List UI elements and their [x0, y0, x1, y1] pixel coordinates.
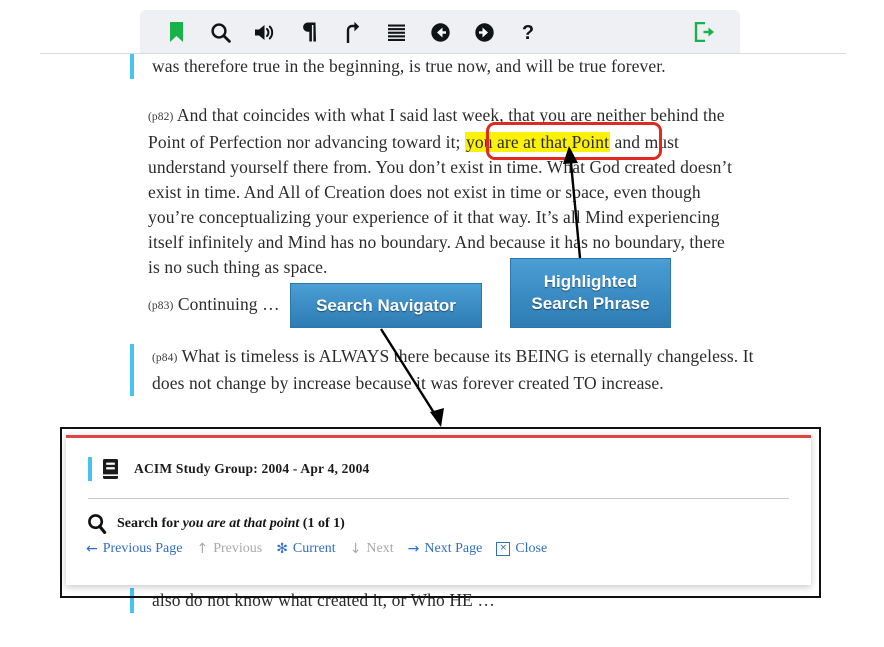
paragraph-84-number: (p84) — [152, 352, 178, 364]
bookmark-icon[interactable] — [154, 12, 198, 52]
arrow-right-icon: → — [407, 541, 420, 557]
annotation-highlighted-phrase-line1: Highlighted — [543, 272, 638, 291]
current-link[interactable]: ✻ Current — [276, 541, 336, 557]
title-accent-bar — [88, 457, 92, 481]
svg-text:?: ? — [522, 22, 534, 43]
audio-icon[interactable] — [242, 12, 286, 52]
next-page-link[interactable]: → Next Page — [407, 541, 483, 557]
previous-icon[interactable] — [418, 12, 462, 52]
search-prefix: Search for — [117, 515, 183, 531]
paragraph-top: was therefore true in the beginning, is … — [130, 54, 752, 79]
previous-page-label: Previous Page — [102, 541, 183, 556]
paragraph-82-after: and must understand yourself there from.… — [148, 132, 733, 277]
search-summary-row: Search for you are at that point (1 of 1… — [66, 499, 811, 534]
close-icon: × — [496, 542, 511, 556]
next-page-label: Next Page — [424, 541, 483, 556]
asterisk-icon: ✻ — [276, 541, 288, 557]
arrow-up-icon: ↑ — [196, 541, 209, 557]
annotation-search-navigator: Search Navigator — [290, 283, 482, 328]
paragraph-icon[interactable] — [286, 12, 330, 52]
help-icon[interactable]: ? — [506, 12, 550, 52]
annotation-search-navigator-label: Search Navigator — [316, 295, 456, 315]
previous-label: Previous — [213, 541, 263, 556]
next-icon[interactable] — [462, 12, 506, 52]
close-link[interactable]: × Close — [496, 542, 547, 556]
paragraph-82: (p82) And that coincides with what I sai… — [148, 103, 740, 280]
search-navigator-panel: ACIM Study Group: 2004 - Apr 4, 2004 Sea… — [66, 435, 811, 585]
exit-icon[interactable] — [682, 12, 726, 52]
search-count: (1 of 1) — [299, 515, 345, 531]
search-navigator-title-row: ACIM Study Group: 2004 - Apr 4, 2004 — [66, 438, 811, 481]
search-phrase: you are at that point — [182, 515, 300, 531]
highlighted-search-phrase: you are at that Point — [465, 132, 611, 152]
close-label: Close — [515, 541, 548, 556]
page-root: ? was therefore true in the beginning, i… — [0, 0, 884, 647]
paragraph-82-number: (p82) — [148, 111, 174, 123]
arrow-left-icon: ← — [86, 541, 98, 557]
next-link: ↓ Next — [349, 541, 394, 557]
current-label: Current — [292, 541, 336, 556]
paragraph-83-text: Continuing … — [173, 294, 280, 314]
annotation-highlighted-phrase-line2: Search Phrase — [531, 294, 650, 313]
search-summary-text: Search for you are at that point (1 of 1… — [117, 516, 345, 532]
previous-link: ↑ Previous — [196, 541, 263, 557]
search-icon[interactable] — [198, 12, 242, 52]
search-navigator-title: ACIM Study Group: 2004 - Apr 4, 2004 — [134, 461, 370, 476]
go-to-top-icon[interactable] — [330, 12, 374, 52]
search-icon — [86, 513, 108, 534]
paragraph-84-text: What is timeless is ALWAYS there because… — [152, 346, 754, 393]
contents-icon[interactable] — [374, 12, 418, 52]
next-label: Next — [366, 541, 394, 556]
search-navigation-links: ← Previous Page ↑ Previous ✻ Current ↓ N… — [66, 534, 811, 556]
document-toolbar: ? — [140, 10, 740, 54]
paragraph-84: (p84) What is timeless is ALWAYS there b… — [130, 344, 760, 396]
arrow-down-icon: ↓ — [349, 541, 362, 557]
book-icon — [102, 458, 120, 480]
previous-page-link[interactable]: ← Previous Page — [86, 541, 183, 557]
paragraph-top-text: was therefore true in the beginning, is … — [152, 56, 666, 76]
annotation-highlighted-phrase: Highlighted Search Phrase — [510, 258, 671, 328]
paragraph-83-number: (p83) — [148, 300, 174, 312]
